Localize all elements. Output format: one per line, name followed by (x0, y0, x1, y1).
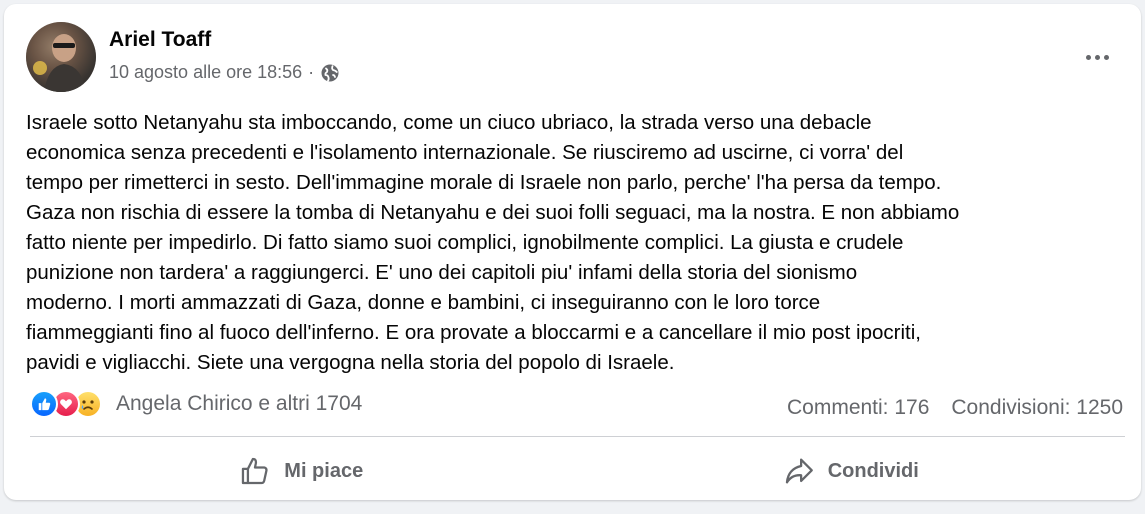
author-name[interactable]: Ariel Toaff (109, 28, 211, 52)
share-button[interactable]: Condividi (576, 442, 1126, 500)
more-options-button[interactable] (1077, 42, 1117, 72)
thumbs-up-icon (242, 457, 268, 485)
avatar[interactable] (26, 22, 96, 92)
like-icon (30, 390, 58, 418)
post-meta: 10 agosto alle ore 18:56 · (109, 62, 340, 83)
share-button-label: Condividi (827, 459, 919, 482)
like-button[interactable]: Mi piace (26, 442, 576, 500)
post-timestamp[interactable]: 10 agosto alle ore 18:56 (109, 62, 302, 83)
post-text: Israele sotto Netanyahu sta imboccando, … (26, 111, 960, 374)
comments-count[interactable]: Commenti: 176 (787, 396, 929, 420)
reactions-summary[interactable]: Angela Chirico e altri 1704 (30, 390, 362, 418)
post-stats: Commenti: 176 Condivisioni: 1250 (787, 396, 1123, 420)
post-actions: Mi piace Condividi (26, 442, 1125, 500)
globe-icon (320, 63, 340, 83)
reactions-summary-text[interactable]: Angela Chirico e altri 1704 (116, 392, 362, 416)
dot-icon (1094, 54, 1100, 60)
avatar-photo (26, 22, 96, 92)
share-arrow-icon (785, 458, 813, 484)
meta-separator: · (308, 62, 315, 82)
dot-icon (1103, 54, 1109, 60)
post-card: Ariel Toaff 10 agosto alle ore 18:56 · I… (4, 4, 1141, 500)
divider (30, 436, 1125, 437)
dot-icon (1085, 54, 1091, 60)
reaction-icons (30, 390, 102, 418)
like-button-label: Mi piace (284, 459, 364, 482)
shares-count[interactable]: Condivisioni: 1250 (951, 396, 1123, 420)
